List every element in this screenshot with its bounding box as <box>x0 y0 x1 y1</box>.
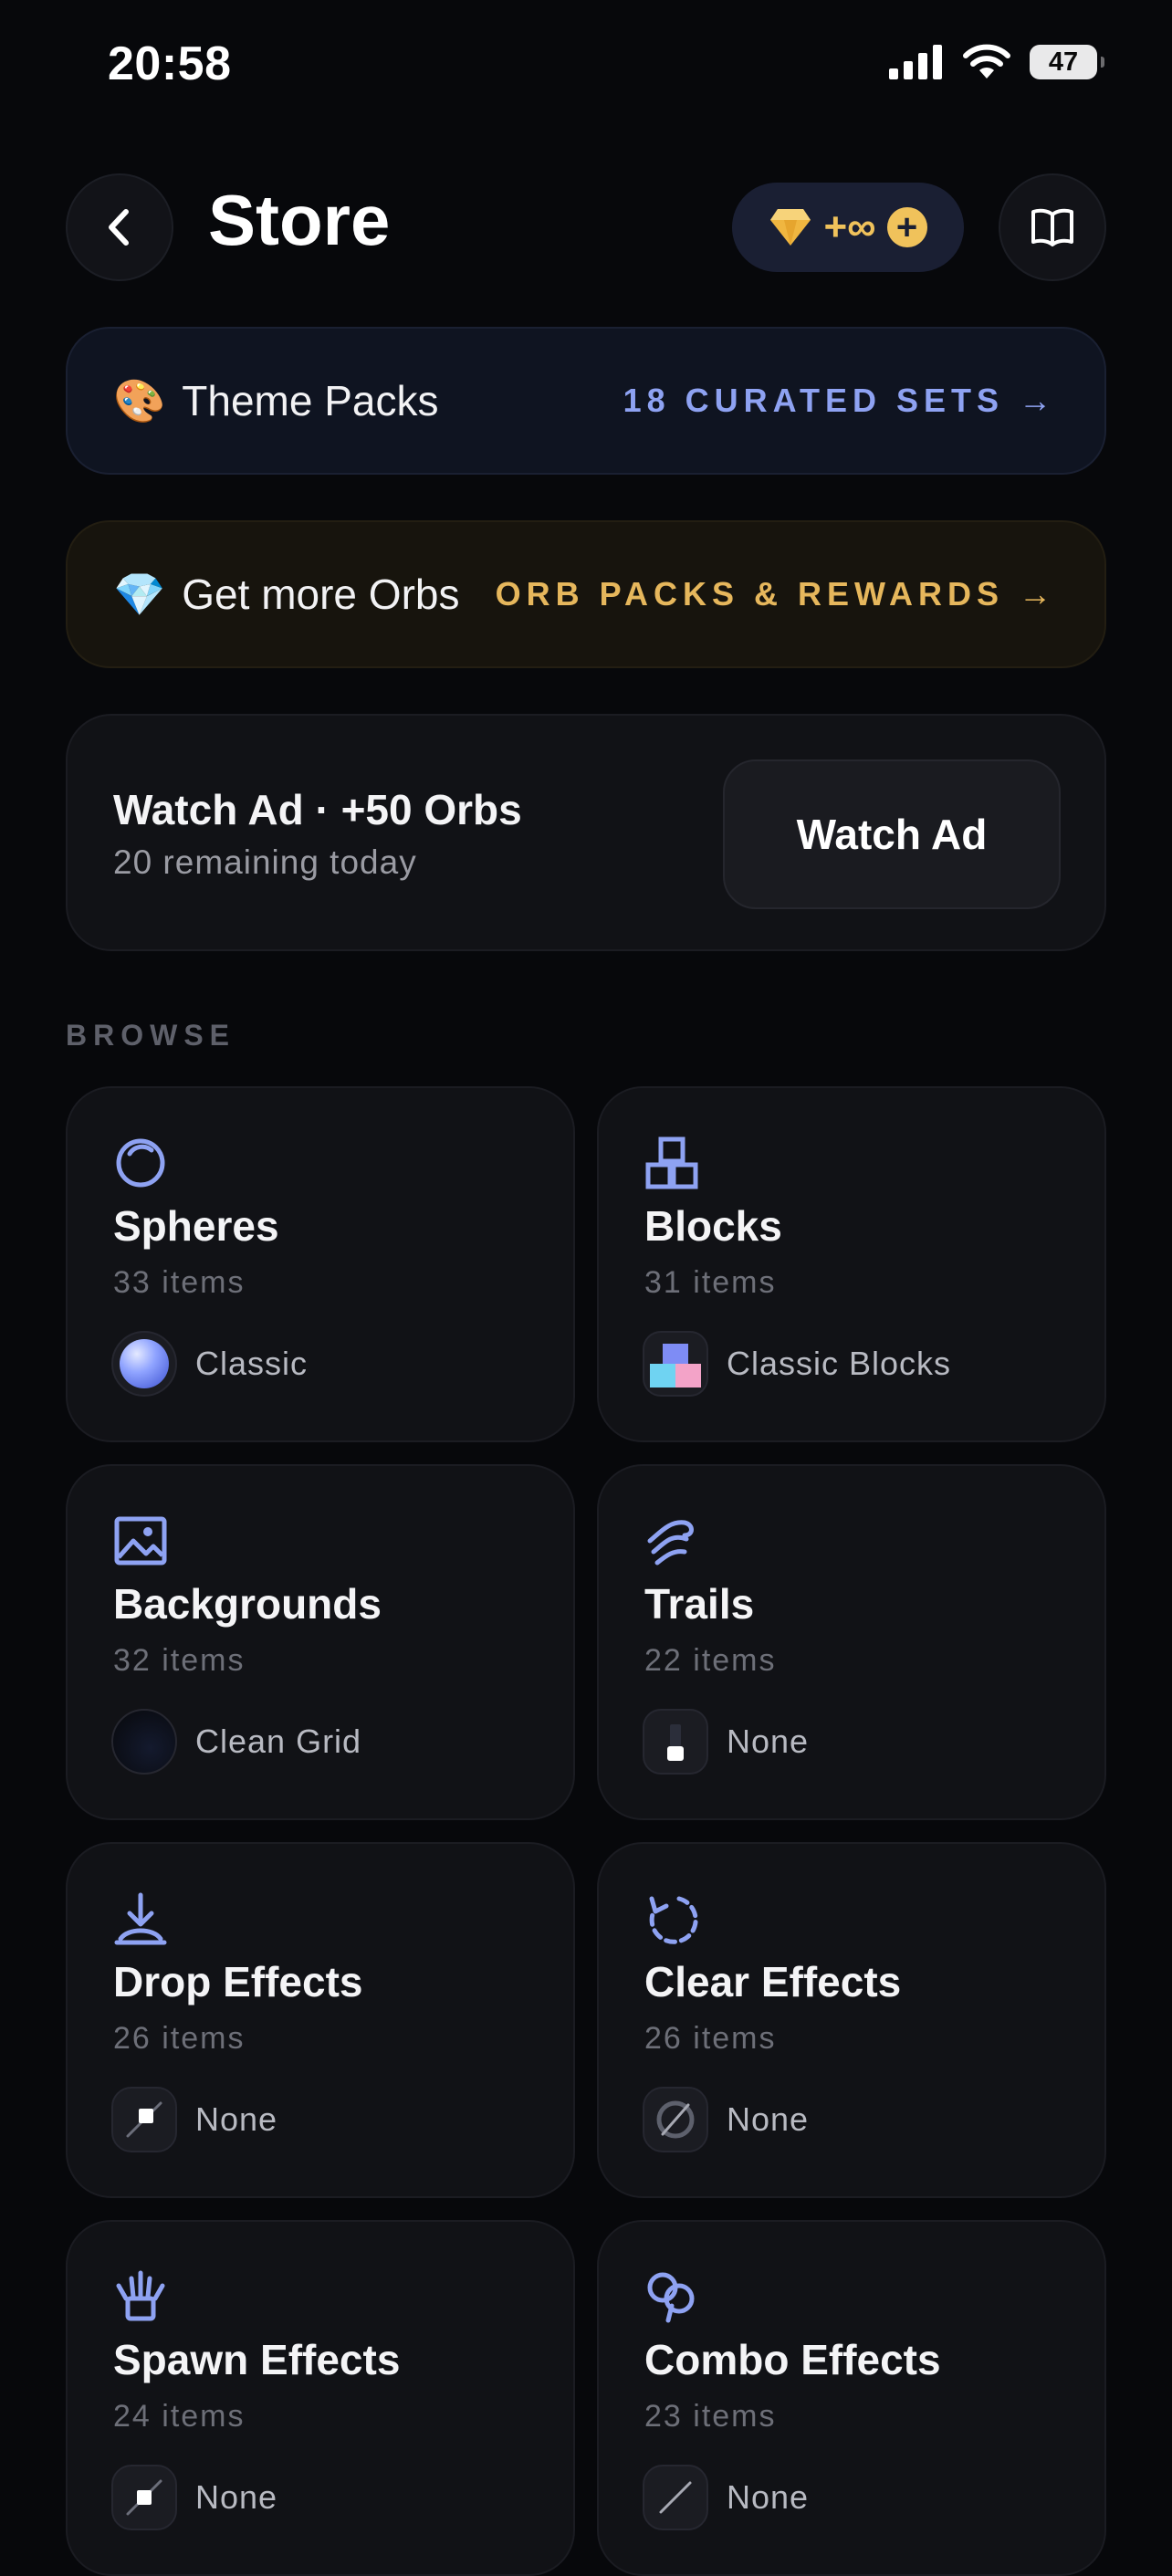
category-count: 26 items <box>113 2021 246 2056</box>
palette-icon: 🎨 <box>113 376 166 424</box>
selected-item: Clean Grid <box>111 1709 361 1775</box>
none-effect-thumbnail <box>111 2087 177 2152</box>
selected-item: Classic Blocks <box>643 1331 951 1397</box>
battery-indicator: 47 <box>1030 45 1104 79</box>
selected-item-name: None <box>195 2478 278 2516</box>
category-card-spawn-effects[interactable]: Spawn Effects 24 items None <box>66 2220 575 2576</box>
selected-item-name: None <box>195 2100 278 2138</box>
status-icons: 47 <box>889 44 1104 80</box>
status-time: 20:58 <box>108 37 232 90</box>
category-count: 23 items <box>644 2399 777 2434</box>
classic-blocks-thumbnail <box>643 1331 708 1397</box>
drop-icon <box>114 1892 167 1945</box>
refresh-icon <box>649 1896 698 1944</box>
selected-item-name: Clean Grid <box>195 1723 362 1760</box>
category-name: Blocks <box>644 1202 782 1250</box>
category-name: Spheres <box>113 1202 279 1250</box>
category-card-trails[interactable]: Trails 22 items None <box>597 1464 1106 1820</box>
blocks-icon <box>645 1136 698 1189</box>
selected-item: None <box>643 2087 809 2152</box>
selected-item-name: Classic Blocks <box>727 1345 952 1382</box>
watch-ad-button[interactable]: Watch Ad <box>723 759 1061 909</box>
hand-icon <box>116 2270 165 2321</box>
diamond-icon <box>770 209 811 246</box>
watch-ad-card: Watch Ad · +50 Orbs 20 remaining today W… <box>66 714 1106 951</box>
category-count: 26 items <box>644 2021 777 2056</box>
selected-item-name: None <box>727 2478 810 2516</box>
category-count: 22 items <box>644 1643 777 1678</box>
category-name: Backgrounds <box>113 1580 382 1628</box>
signal-icon <box>889 45 942 79</box>
watch-ad-title: Watch Ad · +50 Orbs <box>113 786 522 833</box>
category-card-backgrounds[interactable]: Backgrounds 32 items Clean Grid <box>66 1464 575 1820</box>
combo-icon <box>647 2272 695 2323</box>
chevron-left-icon <box>109 209 129 246</box>
diamond-icon: 💎 <box>113 570 166 618</box>
selected-item-name: None <box>727 2100 810 2138</box>
none-effect-thumbnail <box>643 2087 708 2152</box>
selected-item: Classic <box>111 1331 308 1397</box>
none-trail-thumbnail <box>643 1709 708 1775</box>
page-title: Store <box>208 180 391 260</box>
selected-item-name: Classic <box>195 1345 309 1382</box>
browse-section-label: BROWSE <box>66 1019 235 1052</box>
category-card-combo-effects[interactable]: Combo Effects 23 items None <box>597 2220 1106 2576</box>
category-card-drop-effects[interactable]: Drop Effects 26 items None <box>66 1842 575 2198</box>
plus-icon: + <box>886 207 927 247</box>
get-orbs-banner[interactable]: 💎 Get more Orbs ORB PACKS & REWARDS → <box>66 520 1106 668</box>
selected-item: None <box>643 1709 809 1775</box>
category-name: Spawn Effects <box>113 2336 401 2383</box>
category-name: Trails <box>644 1580 755 1628</box>
orb-balance-button[interactable]: +∞ + <box>732 183 964 272</box>
classic-sphere-thumbnail <box>111 1331 177 1397</box>
theme-packs-cta: 18 CURATED SETS → <box>623 382 1057 419</box>
image-icon <box>114 1516 167 1565</box>
theme-packs-banner[interactable]: 🎨 Theme Packs 18 CURATED SETS → <box>66 327 1106 475</box>
sphere-icon <box>116 1138 165 1188</box>
category-card-blocks[interactable]: Blocks 31 items Classic Blocks <box>597 1086 1106 1442</box>
back-button[interactable] <box>66 173 173 281</box>
category-name: Clear Effects <box>644 1958 902 2005</box>
selected-item: None <box>111 2465 277 2530</box>
get-orbs-cta: ORB PACKS & REWARDS → <box>495 575 1057 613</box>
category-name: Drop Effects <box>113 1958 363 2005</box>
selected-item: None <box>111 2087 277 2152</box>
category-count: 32 items <box>113 1643 246 1678</box>
category-count: 31 items <box>644 1265 777 1300</box>
clean-grid-thumbnail <box>111 1709 177 1775</box>
book-icon <box>1031 208 1073 246</box>
category-name: Combo Effects <box>644 2336 941 2383</box>
get-orbs-label: Get more Orbs <box>182 571 460 618</box>
selected-item-name: None <box>727 1723 810 1760</box>
category-count: 33 items <box>113 1265 246 1300</box>
category-card-clear-effects[interactable]: Clear Effects 26 items None <box>597 1842 1106 2198</box>
guide-book-button[interactable] <box>999 173 1106 281</box>
none-effect-thumbnail <box>643 2465 708 2530</box>
wind-icon <box>647 1520 694 1565</box>
category-card-spheres[interactable]: Spheres 33 items Classic <box>66 1086 575 1442</box>
watch-ad-remaining: 20 remaining today <box>113 843 417 881</box>
theme-packs-label: Theme Packs <box>182 377 439 424</box>
wifi-icon <box>963 44 1010 79</box>
orb-balance-value: +∞ <box>823 204 876 249</box>
selected-item: None <box>643 2465 809 2530</box>
category-count: 24 items <box>113 2399 246 2434</box>
none-effect-thumbnail <box>111 2465 177 2530</box>
